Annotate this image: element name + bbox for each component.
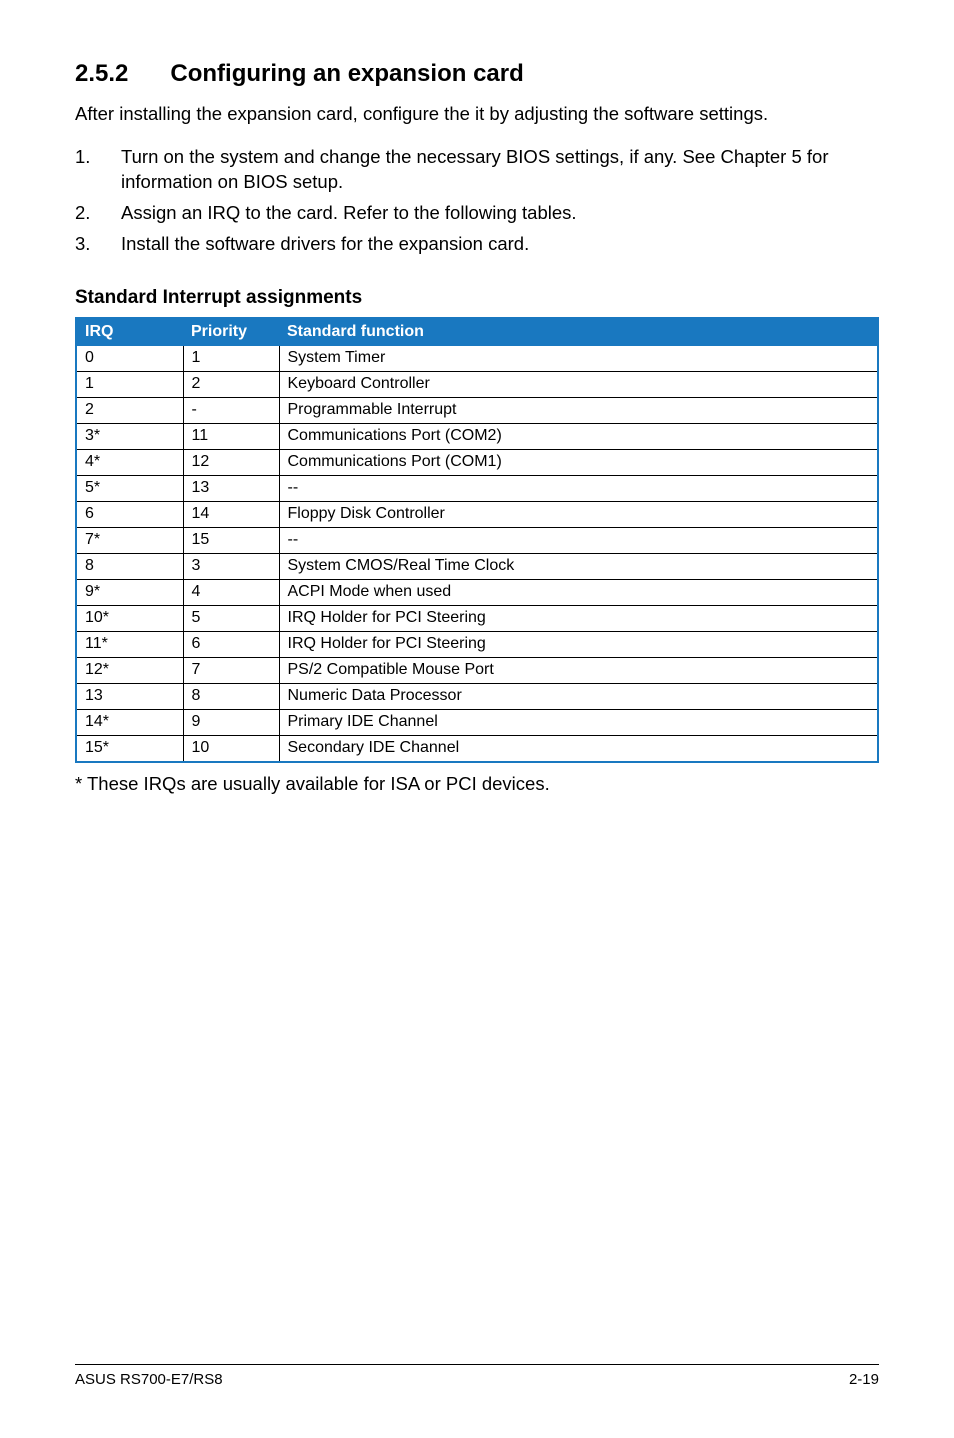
- irq-table: IRQ Priority Standard function 01System …: [75, 317, 879, 763]
- table-row: 12Keyboard Controller: [76, 371, 878, 397]
- table-row: 5*13--: [76, 475, 878, 501]
- header-function: Standard function: [279, 318, 878, 346]
- header-irq: IRQ: [76, 318, 183, 346]
- table-row: 10*5IRQ Holder for PCI Steering: [76, 605, 878, 631]
- cell-irq: 1: [76, 371, 183, 397]
- cell-irq: 10*: [76, 605, 183, 631]
- cell-irq: 0: [76, 345, 183, 371]
- cell-function: --: [279, 527, 878, 553]
- intro-paragraph: After installing the expansion card, con…: [75, 102, 879, 127]
- cell-function: Numeric Data Processor: [279, 683, 878, 709]
- cell-irq: 13: [76, 683, 183, 709]
- cell-irq: 4*: [76, 449, 183, 475]
- cell-priority: 11: [183, 423, 279, 449]
- cell-priority: 15: [183, 527, 279, 553]
- cell-irq: 11*: [76, 631, 183, 657]
- cell-priority: 3: [183, 553, 279, 579]
- section-number: 2.5.2: [75, 60, 128, 88]
- cell-function: IRQ Holder for PCI Steering: [279, 605, 878, 631]
- table-footnote: * These IRQs are usually available for I…: [75, 773, 879, 795]
- step-number: 3.: [75, 232, 121, 257]
- cell-irq: 2: [76, 397, 183, 423]
- step-item: 2. Assign an IRQ to the card. Refer to t…: [75, 201, 879, 226]
- cell-priority: 6: [183, 631, 279, 657]
- cell-priority: 10: [183, 735, 279, 762]
- step-text: Install the software drivers for the exp…: [121, 232, 529, 257]
- cell-priority: 14: [183, 501, 279, 527]
- table-row: 11*6IRQ Holder for PCI Steering: [76, 631, 878, 657]
- table-row: 2-Programmable Interrupt: [76, 397, 878, 423]
- cell-priority: 9: [183, 709, 279, 735]
- step-text: Assign an IRQ to the card. Refer to the …: [121, 201, 577, 226]
- table-header-row: IRQ Priority Standard function: [76, 318, 878, 346]
- cell-function: IRQ Holder for PCI Steering: [279, 631, 878, 657]
- cell-irq: 6: [76, 501, 183, 527]
- cell-function: ACPI Mode when used: [279, 579, 878, 605]
- step-text: Turn on the system and change the necess…: [121, 145, 879, 195]
- table-row: 14*9Primary IDE Channel: [76, 709, 878, 735]
- cell-function: Communications Port (COM2): [279, 423, 878, 449]
- cell-priority: 12: [183, 449, 279, 475]
- cell-function: Keyboard Controller: [279, 371, 878, 397]
- section-heading: 2.5.2 Configuring an expansion card: [75, 60, 879, 88]
- cell-function: Communications Port (COM1): [279, 449, 878, 475]
- cell-function: Primary IDE Channel: [279, 709, 878, 735]
- table-row: 83System CMOS/Real Time Clock: [76, 553, 878, 579]
- cell-irq: 15*: [76, 735, 183, 762]
- cell-priority: 5: [183, 605, 279, 631]
- table-row: 12*7PS/2 Compatible Mouse Port: [76, 657, 878, 683]
- table-row: 4*12Communications Port (COM1): [76, 449, 878, 475]
- cell-irq: 14*: [76, 709, 183, 735]
- cell-function: System Timer: [279, 345, 878, 371]
- cell-irq: 9*: [76, 579, 183, 605]
- cell-priority: 1: [183, 345, 279, 371]
- cell-irq: 7*: [76, 527, 183, 553]
- header-priority: Priority: [183, 318, 279, 346]
- table-row: 3*11Communications Port (COM2): [76, 423, 878, 449]
- steps-list: 1. Turn on the system and change the nec…: [75, 145, 879, 257]
- footer-page-number: 2-19: [849, 1371, 879, 1388]
- footer-product: ASUS RS700-E7/RS8: [75, 1371, 223, 1388]
- cell-irq: 5*: [76, 475, 183, 501]
- cell-function: Programmable Interrupt: [279, 397, 878, 423]
- cell-function: PS/2 Compatible Mouse Port: [279, 657, 878, 683]
- table-row: 7*15--: [76, 527, 878, 553]
- cell-priority: 13: [183, 475, 279, 501]
- table-subheading: Standard Interrupt assignments: [75, 287, 879, 309]
- section-title: Configuring an expansion card: [170, 60, 523, 87]
- step-number: 1.: [75, 145, 121, 195]
- table-row: 9*4ACPI Mode when used: [76, 579, 878, 605]
- cell-priority: 2: [183, 371, 279, 397]
- table-row: 614Floppy Disk Controller: [76, 501, 878, 527]
- cell-priority: 4: [183, 579, 279, 605]
- step-item: 3. Install the software drivers for the …: [75, 232, 879, 257]
- page-footer: ASUS RS700-E7/RS8 2-19: [75, 1364, 879, 1388]
- step-item: 1. Turn on the system and change the nec…: [75, 145, 879, 195]
- table-row: 138Numeric Data Processor: [76, 683, 878, 709]
- step-number: 2.: [75, 201, 121, 226]
- cell-function: --: [279, 475, 878, 501]
- table-row: 01System Timer: [76, 345, 878, 371]
- cell-priority: 8: [183, 683, 279, 709]
- cell-priority: -: [183, 397, 279, 423]
- cell-priority: 7: [183, 657, 279, 683]
- table-row: 15*10Secondary IDE Channel: [76, 735, 878, 762]
- cell-function: System CMOS/Real Time Clock: [279, 553, 878, 579]
- cell-irq: 12*: [76, 657, 183, 683]
- cell-irq: 3*: [76, 423, 183, 449]
- cell-function: Floppy Disk Controller: [279, 501, 878, 527]
- cell-function: Secondary IDE Channel: [279, 735, 878, 762]
- cell-irq: 8: [76, 553, 183, 579]
